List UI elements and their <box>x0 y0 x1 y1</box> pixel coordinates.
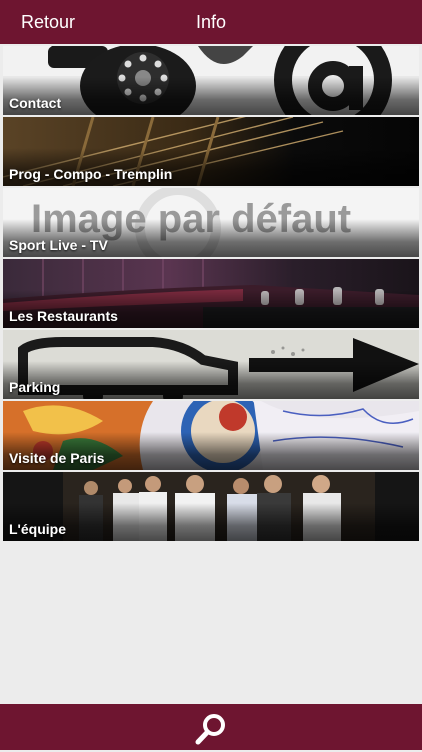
list-item-lequipe[interactable]: L'équipe <box>3 472 419 541</box>
search-button[interactable] <box>193 711 229 747</box>
list-item-sport-live-tv[interactable]: Image par défaut Sport Live - TV <box>3 188 419 257</box>
item-label: Prog - Compo - Tremplin <box>9 166 173 182</box>
item-label: Sport Live - TV <box>9 237 108 253</box>
list-item-visite-de-paris[interactable]: Visite de Paris <box>3 401 419 470</box>
item-label: L'équipe <box>9 521 66 537</box>
navigation-bar: Retour Info <box>0 0 422 44</box>
list-item-contact[interactable]: Contact <box>3 46 419 115</box>
list-item-parking[interactable]: Parking <box>3 330 419 399</box>
list-item-les-restaurants[interactable]: Les Restaurants <box>3 259 419 328</box>
item-label: Visite de Paris <box>9 450 105 466</box>
page-title: Info <box>195 12 227 32</box>
item-label: Les Restaurants <box>9 308 118 324</box>
item-label: Parking <box>9 379 61 395</box>
item-label: Contact <box>9 95 62 111</box>
list-item-prog-compo-tremplin[interactable]: Prog - Compo - Tremplin <box>3 117 419 186</box>
magnifier-icon <box>195 714 225 745</box>
tab-bar <box>0 704 422 750</box>
